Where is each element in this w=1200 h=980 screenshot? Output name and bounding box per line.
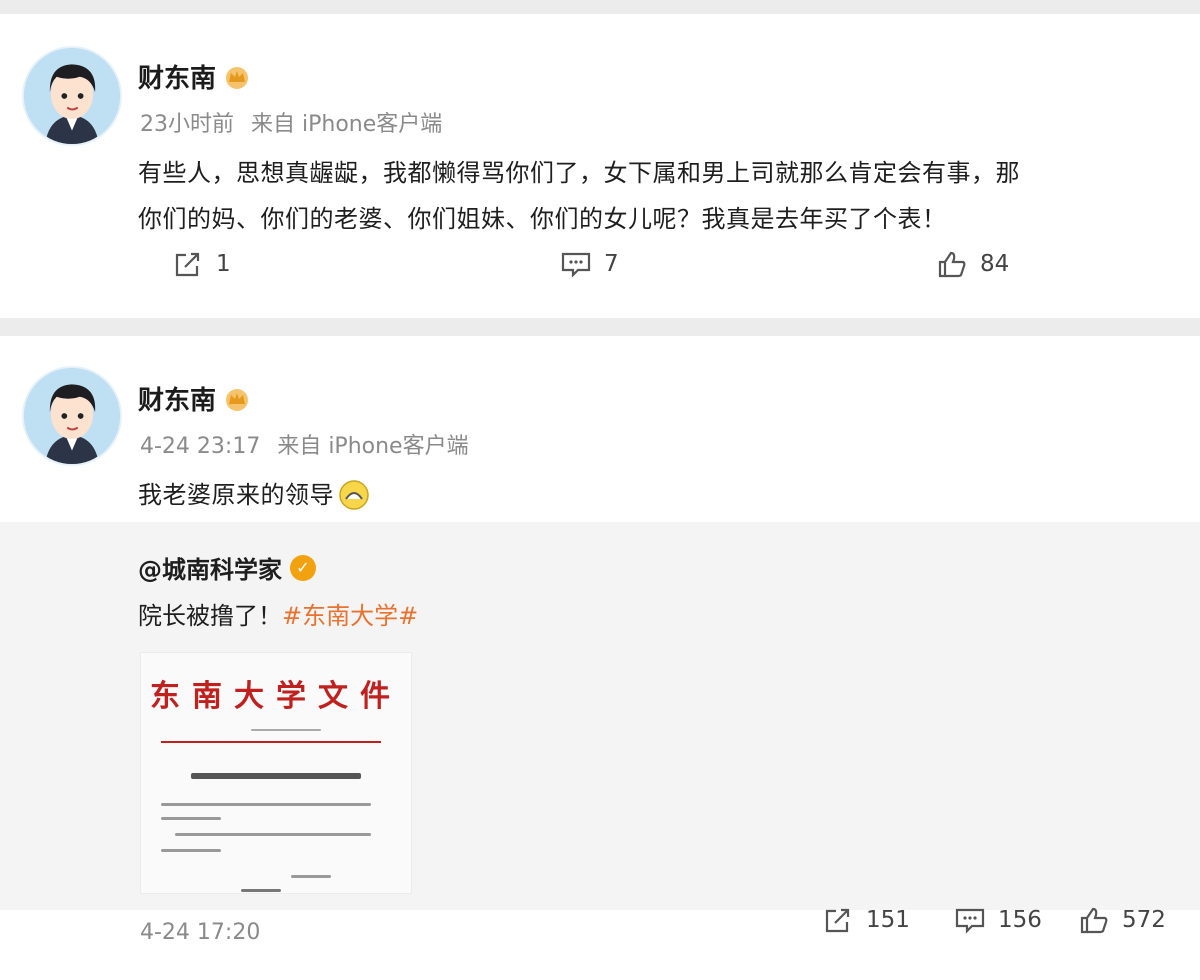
post-meta: 4-24 23:17 来自 iPhone客户端 xyxy=(140,428,469,460)
post-text: 有些人，思想真龌龊，我都懒得骂你们了，女下属和男上司就那么肯定会有事，那 你们的… xyxy=(138,150,1178,242)
repost-count: 151 xyxy=(866,907,910,933)
smile-emoji xyxy=(339,480,369,510)
original-text: 院长被撸了！#东南大学# xyxy=(138,596,418,631)
repost-icon xyxy=(175,252,200,277)
author-name[interactable]: 财东南 xyxy=(138,380,250,417)
author-name-text[interactable]: 财东南 xyxy=(138,58,216,95)
post-text-line: 有些人，思想真龌龊，我都懒得骂你们了，女下属和男上司就那么肯定会有事，那 xyxy=(138,159,1020,187)
comment-count: 7 xyxy=(604,251,619,277)
like-count: 84 xyxy=(980,251,1010,277)
post-time: 23小时前 xyxy=(140,112,234,137)
like-button[interactable]: 572 xyxy=(1078,905,1166,935)
verified-badge-icon: ✓ xyxy=(290,554,316,581)
document-title: 东南大学文件 xyxy=(150,679,402,714)
like-button[interactable]: 84 xyxy=(936,249,1009,279)
document-image[interactable]: 东南大学文件 xyxy=(140,652,412,894)
post-text: 我老婆原来的领导 xyxy=(138,472,370,518)
crown-badge-icon xyxy=(226,388,249,411)
like-icon xyxy=(938,251,966,278)
like-icon xyxy=(1080,907,1108,934)
weibo-post-card-1: 财东南 23小时前 来自 iPhone客户端 有些人，思想真龌龊，我都懒得骂你们… xyxy=(0,14,1200,318)
repost-icon xyxy=(825,908,850,933)
comment-icon xyxy=(955,908,985,934)
doc-text-line xyxy=(161,849,221,852)
original-author[interactable]: @城南科学家 ✓ xyxy=(138,550,316,585)
avatar[interactable] xyxy=(22,366,122,466)
repost-count: 1 xyxy=(216,251,231,277)
doc-footer-line xyxy=(241,889,281,892)
doc-signature-line xyxy=(291,875,331,878)
post-time: 4-24 23:17 xyxy=(140,434,261,459)
comment-count: 156 xyxy=(998,907,1042,933)
doc-text-line xyxy=(161,803,371,806)
post-text-line: 你们的妈、你们的老婆、你们姐妹、你们的女儿呢？我真是去年买了个表！ xyxy=(138,205,947,233)
post-meta: 23小时前 来自 iPhone客户端 xyxy=(140,106,442,138)
comment-button[interactable]: 7 xyxy=(560,249,619,279)
repost-button[interactable]: 151 xyxy=(822,905,910,935)
author-name[interactable]: 财东南 xyxy=(138,58,250,95)
like-count: 572 xyxy=(1122,907,1166,933)
crown-badge-icon xyxy=(226,66,249,89)
comment-button[interactable]: 156 xyxy=(954,905,1042,935)
repost-button[interactable]: 1 xyxy=(172,249,231,279)
original-author-name[interactable]: @城南科学家 xyxy=(138,550,282,585)
doc-red-rule xyxy=(161,741,381,743)
post-source[interactable]: 来自 iPhone客户端 xyxy=(251,112,442,137)
comment-icon xyxy=(561,252,591,278)
doc-text-line xyxy=(161,817,221,820)
retweet-box[interactable]: @城南科学家 ✓ 院长被撸了！#东南大学# 东南大学文件 xyxy=(0,522,1200,910)
original-time-text: 4-24 17:20 xyxy=(140,920,261,945)
original-text-content: 院长被撸了！ xyxy=(138,602,282,630)
weibo-post-card-2: 财东南 4-24 23:17 来自 iPhone客户端 我老婆原来的领导 @城南… xyxy=(0,336,1200,980)
author-name-text[interactable]: 财东南 xyxy=(138,380,216,417)
doc-number-line xyxy=(251,729,321,731)
original-time: 4-24 17:20 xyxy=(140,920,260,945)
post-source[interactable]: 来自 iPhone客户端 xyxy=(277,434,468,459)
avatar[interactable] xyxy=(22,46,122,146)
hashtag-link[interactable]: #东南大学# xyxy=(282,602,418,630)
doc-heading-line xyxy=(191,773,361,779)
doc-text-line xyxy=(175,833,371,836)
post-text-content: 我老婆原来的领导 xyxy=(138,481,334,509)
